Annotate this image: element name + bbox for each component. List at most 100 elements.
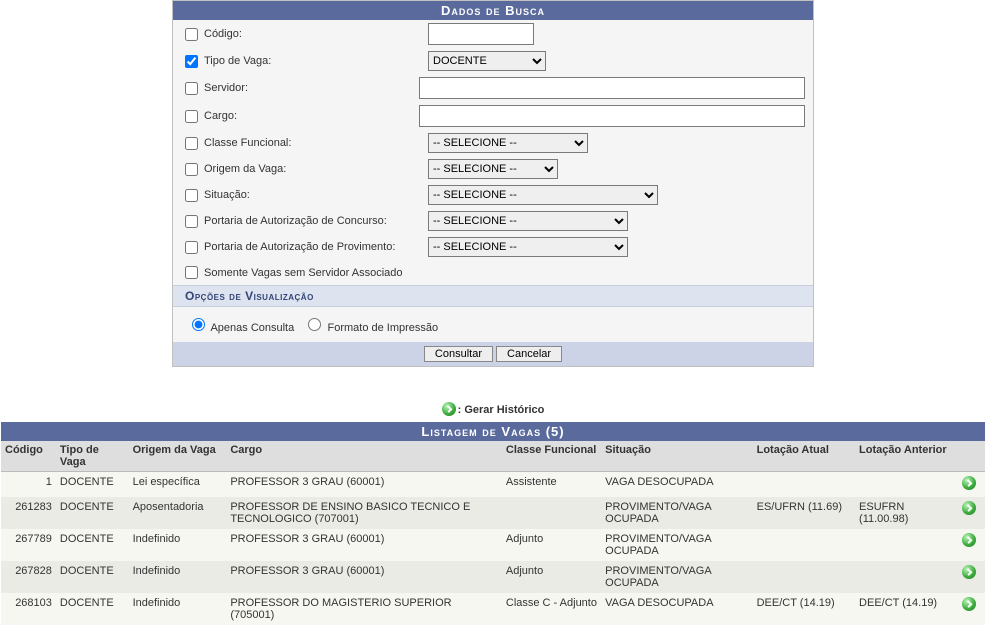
cell-cargo: PROFESSOR DO MAGISTERIO SUPERIOR (705001… <box>226 593 502 625</box>
search-panel: Dados de Busca Código: Tipo de Vaga: DOC… <box>172 0 814 367</box>
servidor-checkbox[interactable] <box>185 82 198 95</box>
classe-funcional-checkbox[interactable] <box>185 137 198 150</box>
history-icon[interactable] <box>962 565 976 579</box>
radio-apenas-consulta[interactable] <box>192 318 205 331</box>
cell-classe: Adjunto <box>502 529 601 561</box>
col-tipo-vaga: Tipo de Vaga <box>56 441 129 472</box>
portaria-concurso-select[interactable]: -- SELECIONE -- <box>428 211 628 231</box>
consultar-button[interactable]: Consultar <box>424 346 493 362</box>
portaria-provimento-label: Portaria de Autorização de Provimento: <box>204 241 428 253</box>
cell-situacao: PROVIMENTO/VAGA OCUPADA <box>601 497 752 529</box>
servidor-label: Servidor: <box>204 82 419 94</box>
cell-lot-anterior <box>855 529 958 561</box>
codigo-input[interactable] <box>428 23 534 45</box>
col-classe: Classe Funcional <box>502 441 601 472</box>
cell-codigo: 267828 <box>1 561 56 593</box>
codigo-label: Código: <box>204 28 428 40</box>
cell-codigo: 267789 <box>1 529 56 561</box>
history-icon[interactable] <box>962 476 976 490</box>
legend-row: : Gerar Histórico <box>0 395 986 420</box>
cell-tipo-vaga: DOCENTE <box>56 497 129 529</box>
history-icon[interactable] <box>962 533 976 547</box>
search-header: Dados de Busca <box>173 1 813 20</box>
cell-action <box>958 472 985 498</box>
cell-lot-atual <box>753 529 855 561</box>
col-codigo: Código <box>1 441 56 472</box>
cell-classe: Classe C - Adjunto <box>502 593 601 625</box>
table-row: 261283DOCENTEAposentadoriaPROFESSOR DE E… <box>1 497 985 529</box>
cell-situacao: PROVIMENTO/VAGA OCUPADA <box>601 561 752 593</box>
visualizacao-header: Opções de Visualização <box>173 285 813 307</box>
cell-cargo: PROFESSOR 3 GRAU (60001) <box>226 529 502 561</box>
col-action <box>958 441 985 472</box>
listagem-table: Listagem de Vagas (5) Código Tipo de Vag… <box>1 422 985 625</box>
portaria-concurso-checkbox[interactable] <box>185 215 198 228</box>
cell-lot-atual: DEE/CT (14.19) <box>753 593 855 625</box>
cell-lot-anterior: ESUFRN (11.00.98) <box>855 497 958 529</box>
radio-formato-impressao[interactable] <box>308 318 321 331</box>
table-row: 267789DOCENTEIndefinidoPROFESSOR 3 GRAU … <box>1 529 985 561</box>
cell-origem: Indefinido <box>129 593 227 625</box>
radio-formato-impressao-label: Formato de Impressão <box>327 322 438 334</box>
legend-label: : Gerar Histórico <box>458 404 545 416</box>
cell-cargo: PROFESSOR 3 GRAU (60001) <box>226 561 502 593</box>
servidor-input[interactable] <box>419 77 805 99</box>
cell-action <box>958 529 985 561</box>
cell-lot-atual <box>753 472 855 498</box>
history-icon <box>442 402 456 416</box>
table-row: 268103DOCENTEIndefinidoPROFESSOR DO MAGI… <box>1 593 985 625</box>
cell-tipo-vaga: DOCENTE <box>56 561 129 593</box>
origem-vaga-checkbox[interactable] <box>185 163 198 176</box>
cell-situacao: PROVIMENTO/VAGA OCUPADA <box>601 529 752 561</box>
cargo-label: Cargo: <box>204 110 419 122</box>
cell-lot-anterior <box>855 561 958 593</box>
col-lot-anterior: Lotação Anterior <box>855 441 958 472</box>
col-lot-atual: Lotação Atual <box>753 441 855 472</box>
cell-origem: Indefinido <box>129 529 227 561</box>
situacao-checkbox[interactable] <box>185 189 198 202</box>
history-icon[interactable] <box>962 501 976 515</box>
cell-codigo: 268103 <box>1 593 56 625</box>
cell-classe: Adjunto <box>502 561 601 593</box>
radio-apenas-consulta-label: Apenas Consulta <box>210 322 294 334</box>
cargo-checkbox[interactable] <box>185 110 198 123</box>
cell-action <box>958 497 985 529</box>
cell-situacao: VAGA DESOCUPADA <box>601 593 752 625</box>
cell-classe <box>502 497 601 529</box>
col-cargo: Cargo <box>226 441 502 472</box>
portaria-concurso-label: Portaria de Autorização de Concurso: <box>204 215 428 227</box>
col-situacao: Situação <box>601 441 752 472</box>
tipo-vaga-select[interactable]: DOCENTE <box>428 51 546 71</box>
radio-apenas-consulta-wrap[interactable]: Apenas Consulta <box>187 322 297 334</box>
cell-codigo: 261283 <box>1 497 56 529</box>
cargo-input[interactable] <box>419 105 805 127</box>
cell-lot-anterior: DEE/CT (14.19) <box>855 593 958 625</box>
portaria-provimento-checkbox[interactable] <box>185 241 198 254</box>
situacao-select[interactable]: -- SELECIONE -- <box>428 185 658 205</box>
cell-origem: Lei específica <box>129 472 227 498</box>
cell-action <box>958 593 985 625</box>
somente-vagas-label: Somente Vagas sem Servidor Associado <box>204 267 403 279</box>
origem-vaga-label: Origem da Vaga: <box>204 163 428 175</box>
cell-tipo-vaga: DOCENTE <box>56 472 129 498</box>
cell-cargo: PROFESSOR DE ENSINO BASICO TECNICO E TEC… <box>226 497 502 529</box>
cell-lot-atual <box>753 561 855 593</box>
table-row: 1DOCENTELei específicaPROFESSOR 3 GRAU (… <box>1 472 985 498</box>
codigo-checkbox[interactable] <box>185 28 198 41</box>
cancelar-button[interactable]: Cancelar <box>496 346 562 362</box>
cell-tipo-vaga: DOCENTE <box>56 593 129 625</box>
somente-vagas-checkbox[interactable] <box>185 266 198 279</box>
cell-origem: Indefinido <box>129 561 227 593</box>
classe-funcional-label: Classe Funcional: <box>204 137 428 149</box>
portaria-provimento-select[interactable]: -- SELECIONE -- <box>428 237 628 257</box>
classe-funcional-select[interactable]: -- SELECIONE -- <box>428 133 588 153</box>
origem-vaga-select[interactable]: -- SELECIONE -- <box>428 159 558 179</box>
cell-lot-anterior <box>855 472 958 498</box>
cell-tipo-vaga: DOCENTE <box>56 529 129 561</box>
listagem-header: Listagem de Vagas (5) <box>1 422 985 441</box>
tipo-vaga-checkbox[interactable] <box>185 55 198 68</box>
listagem-body: 1DOCENTELei específicaPROFESSOR 3 GRAU (… <box>1 472 985 626</box>
radio-formato-impressao-wrap[interactable]: Formato de Impressão <box>303 322 438 334</box>
history-icon[interactable] <box>962 597 976 611</box>
situacao-label: Situação: <box>204 189 428 201</box>
